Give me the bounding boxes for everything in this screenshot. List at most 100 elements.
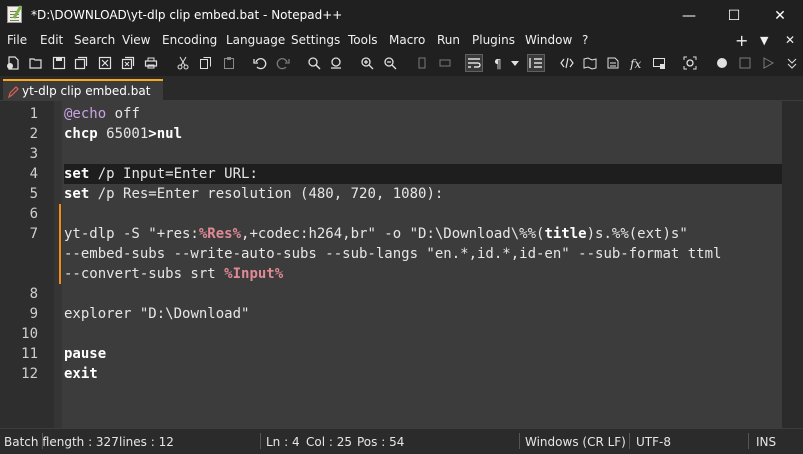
zoom-out-icon[interactable] xyxy=(382,55,398,71)
sync-vertical-icon[interactable] xyxy=(414,55,430,71)
status-lines: lines : 12 xyxy=(119,435,174,449)
svg-text:fx: fx xyxy=(629,57,641,70)
menu-file[interactable]: File xyxy=(7,33,27,47)
xml-tag-icon[interactable] xyxy=(559,55,575,71)
token: pause xyxy=(64,346,107,362)
replace-icon[interactable] xyxy=(328,55,344,71)
close-document-icon[interactable]: ✕ xyxy=(785,33,795,47)
menu-run[interactable]: Run xyxy=(437,33,460,47)
document-map-icon[interactable] xyxy=(582,55,598,71)
line-number: 7 xyxy=(29,226,38,242)
line-number: 2 xyxy=(29,126,38,142)
undo-icon[interactable] xyxy=(252,55,268,71)
save-all-icon[interactable] xyxy=(73,55,89,71)
code-line-7-wrap-1: --embed-subs --write-auto-subs --sub-lan… xyxy=(64,246,722,262)
code-line-5: set /p Res=Enter resolution (480, 720, 1… xyxy=(64,184,443,204)
menu-macro[interactable]: Macro xyxy=(389,33,425,47)
menu-plugins[interactable]: Plugins xyxy=(472,33,515,47)
tab-label: yt-dlp clip embed.bat xyxy=(22,84,151,98)
token: 65001 xyxy=(97,126,149,142)
word-wrap-icon[interactable] xyxy=(465,54,483,72)
code-line-11: pause xyxy=(64,344,106,364)
title-bar: *D:\DOWNLOAD\yt-dlp clip embed.bat - Not… xyxy=(0,0,803,31)
copy-icon[interactable] xyxy=(198,55,214,71)
menu-edit[interactable]: Edit xyxy=(40,33,63,47)
menu-language[interactable]: Language xyxy=(226,33,285,47)
toolbar-overflow-icon[interactable] xyxy=(784,55,800,71)
notepad-app-icon xyxy=(7,6,22,23)
menu-settings[interactable]: Settings xyxy=(291,33,340,47)
code-line-7-wrap-2: --convert-subs srt %Input% xyxy=(64,264,283,284)
save-icon[interactable] xyxy=(51,55,67,71)
menu-encoding[interactable]: Encoding xyxy=(162,33,217,47)
stop-macro-icon[interactable] xyxy=(737,55,753,71)
token: nul xyxy=(156,126,183,142)
menu-help[interactable]: ? xyxy=(582,33,588,47)
status-col: Col : 25 xyxy=(306,435,352,449)
redo-icon[interactable] xyxy=(275,55,291,71)
tab-list-dropdown-icon[interactable]: ▼ xyxy=(760,34,768,47)
status-bar: Batch f length : 327 lines : 12 Ln : 4 C… xyxy=(0,428,803,454)
monitoring-icon[interactable] xyxy=(682,55,698,71)
close-button[interactable]: ✕ xyxy=(757,0,803,31)
status-length: length : 327 xyxy=(46,435,119,449)
status-encoding[interactable]: UTF-8 xyxy=(636,435,671,449)
minimize-button[interactable]: — xyxy=(666,0,712,31)
play-macro-icon[interactable] xyxy=(760,55,776,71)
record-macro-icon[interactable] xyxy=(714,55,730,71)
token: explorer xyxy=(64,306,132,322)
close-file-icon[interactable] xyxy=(97,55,113,71)
menu-view[interactable]: View xyxy=(122,33,150,47)
tab-yt-dlp-clip-embed[interactable]: yt-dlp clip embed.bat xyxy=(3,79,163,101)
window-title: *D:\DOWNLOAD\yt-dlp clip embed.bat - Not… xyxy=(31,8,343,22)
token: > xyxy=(148,126,157,142)
line-number: 3 xyxy=(29,146,38,162)
code-line-1: @echo off xyxy=(64,104,140,124)
token: /p Res=Enter resolution (480, 720, 1080)… xyxy=(89,186,444,202)
status-insert-mode[interactable]: INS xyxy=(756,435,776,449)
line-number: 8 xyxy=(29,286,38,302)
status-pos: Pos : 54 xyxy=(357,435,405,449)
tab-bar: yt-dlp clip embed.bat xyxy=(0,76,803,101)
status-divider xyxy=(42,433,43,449)
print-icon[interactable] xyxy=(143,55,159,71)
paste-icon[interactable] xyxy=(221,55,237,71)
folder-workspace-icon[interactable] xyxy=(651,55,667,71)
editor-pane[interactable]: 1 2 3 4 5 6 7 8 9 10 11 12 @echo off chc… xyxy=(0,101,803,428)
cut-icon[interactable] xyxy=(175,55,191,71)
show-chars-dropdown-icon[interactable] xyxy=(510,55,520,71)
token: %Input% xyxy=(224,266,284,282)
show-all-characters-icon[interactable]: ¶ xyxy=(490,55,506,71)
line-number: 1 xyxy=(29,106,38,122)
toolbar: ¶ fx xyxy=(0,51,803,76)
svg-text:¶: ¶ xyxy=(494,57,502,70)
new-tab-plus-icon[interactable]: + xyxy=(735,31,748,50)
token: )s.%%(ext)s" xyxy=(586,226,688,242)
status-eol[interactable]: Windows (CR LF) xyxy=(525,435,626,449)
document-list-icon[interactable] xyxy=(605,55,621,71)
token: "D:\Download" xyxy=(131,306,250,322)
token: chcp xyxy=(64,126,98,142)
change-history-marker xyxy=(59,204,61,284)
line-number: 9 xyxy=(29,306,38,322)
menu-search[interactable]: Search xyxy=(74,33,115,47)
find-icon[interactable] xyxy=(306,55,322,71)
function-list-icon[interactable]: fx xyxy=(628,55,644,71)
open-folder-icon[interactable] xyxy=(28,55,44,71)
token: @echo xyxy=(64,106,107,122)
vertical-scrollbar[interactable] xyxy=(782,101,803,428)
sync-horizontal-icon[interactable] xyxy=(437,55,453,71)
zoom-in-icon[interactable] xyxy=(359,55,375,71)
menu-window[interactable]: Window xyxy=(525,33,572,47)
maximize-button[interactable]: ☐ xyxy=(711,0,757,31)
new-file-icon[interactable] xyxy=(5,55,21,71)
token: ,+codec:h264,br" -o "D:\Download\%%( xyxy=(241,226,545,242)
token: title xyxy=(544,226,587,242)
indent-guide-icon[interactable] xyxy=(527,54,545,72)
line-number: 4 xyxy=(29,166,38,182)
line-number: 6 xyxy=(29,206,38,222)
menu-tools[interactable]: Tools xyxy=(348,33,378,47)
token: %Res% xyxy=(198,226,242,242)
close-all-icon[interactable] xyxy=(120,55,136,71)
line-number: 11 xyxy=(21,346,38,362)
